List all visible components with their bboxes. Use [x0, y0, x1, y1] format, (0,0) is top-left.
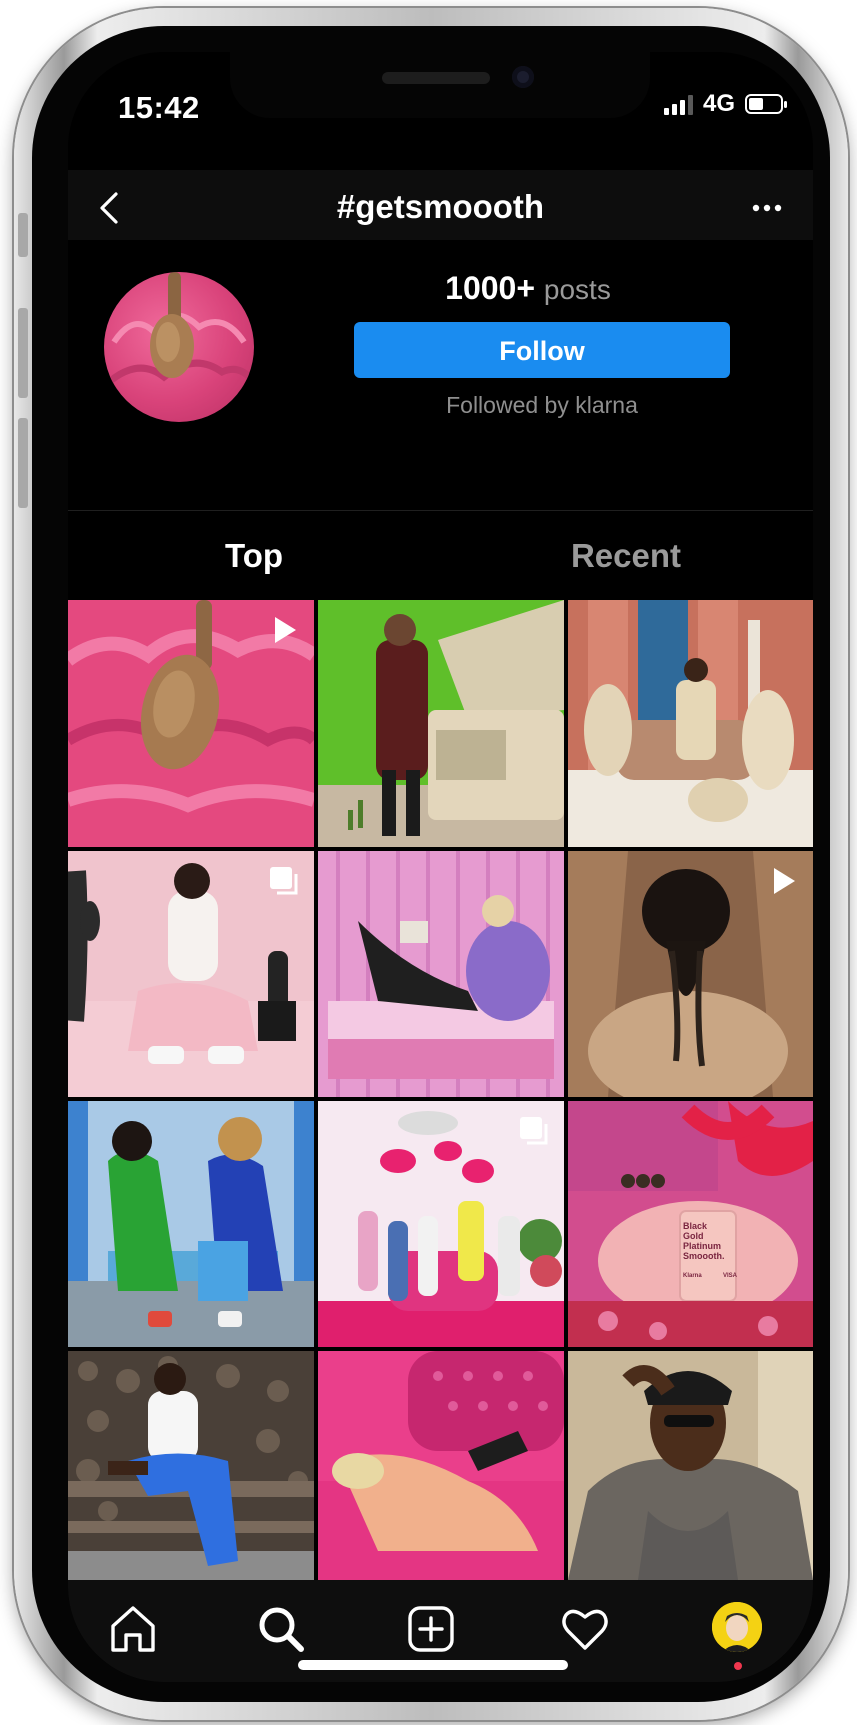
feed-tabs: Top Recent — [68, 512, 813, 600]
search-icon[interactable] — [254, 1602, 308, 1656]
posts-label: posts — [543, 274, 611, 305]
battery-icon — [745, 94, 787, 114]
notch — [230, 52, 650, 118]
status-indicators: 4G — [663, 90, 787, 118]
grid-post[interactable] — [68, 1351, 314, 1580]
network-label: 4G — [702, 90, 735, 117]
header-bar: #getsmoooth — [68, 170, 813, 240]
bottom-tab-bar — [68, 1580, 813, 1682]
video-badge-icon — [275, 617, 296, 643]
grid-post[interactable] — [568, 1351, 813, 1580]
signal-icon — [663, 93, 693, 115]
more-horizontal-icon[interactable] — [747, 188, 787, 228]
home-indicator — [298, 1660, 568, 1670]
grid-post[interactable] — [318, 1101, 564, 1347]
front-camera — [512, 66, 534, 88]
notification-dot — [734, 1662, 742, 1670]
grid-post[interactable] — [68, 851, 314, 1097]
card-text-line: Black — [683, 1221, 708, 1231]
post-grid: Black Gold Platinum Smoooth. Klarna VISA — [68, 600, 813, 1580]
phone-screen: 15:42 4G #getsmoooth 1000+ posts Follow … — [68, 52, 813, 1682]
carousel-badge-icon — [520, 1117, 548, 1145]
grid-post[interactable] — [318, 600, 564, 847]
grid-post[interactable]: Black Gold Platinum Smoooth. Klarna VISA — [568, 1101, 813, 1347]
grid-post[interactable] — [318, 1351, 564, 1580]
profile-avatar[interactable] — [712, 1602, 762, 1652]
volume-down-button — [18, 418, 28, 508]
card-text: Black Gold Platinum Smoooth. Klarna VISA — [683, 1221, 737, 1281]
hashtag-avatar — [104, 272, 254, 422]
tab-recent[interactable]: Recent — [440, 512, 812, 600]
grid-post[interactable] — [68, 600, 314, 847]
volume-up-button — [18, 308, 28, 398]
posts-count: 1000+ posts — [338, 270, 718, 307]
carousel-badge-icon — [270, 867, 298, 895]
tab-top[interactable]: Top — [68, 512, 440, 600]
grid-post[interactable] — [568, 600, 813, 847]
grid-post[interactable] — [68, 1101, 314, 1347]
card-network: VISA — [722, 1273, 737, 1279]
new-post-icon[interactable] — [404, 1602, 458, 1656]
home-icon[interactable] — [106, 1602, 160, 1656]
grid-post[interactable] — [318, 851, 564, 1097]
status-time: 15:42 — [118, 90, 200, 125]
mute-switch — [18, 213, 28, 257]
card-text-line: Smoooth. — [683, 1251, 725, 1261]
posts-count-value: 1000+ — [445, 270, 536, 306]
speaker-grille — [382, 72, 490, 84]
hashtag-header: 1000+ posts Follow Followed by klarna — [68, 240, 813, 512]
card-brand: Klarna — [683, 1273, 702, 1279]
divider — [68, 510, 813, 511]
card-text-line: Platinum — [683, 1241, 722, 1251]
grid-post[interactable] — [568, 851, 813, 1097]
follow-button[interactable]: Follow — [354, 322, 730, 378]
heart-icon[interactable] — [558, 1602, 612, 1656]
page-title: #getsmoooth — [336, 188, 545, 225]
followed-by-text: Followed by klarna — [446, 392, 638, 418]
video-badge-icon — [774, 868, 795, 894]
card-text-line: Gold — [683, 1231, 704, 1241]
